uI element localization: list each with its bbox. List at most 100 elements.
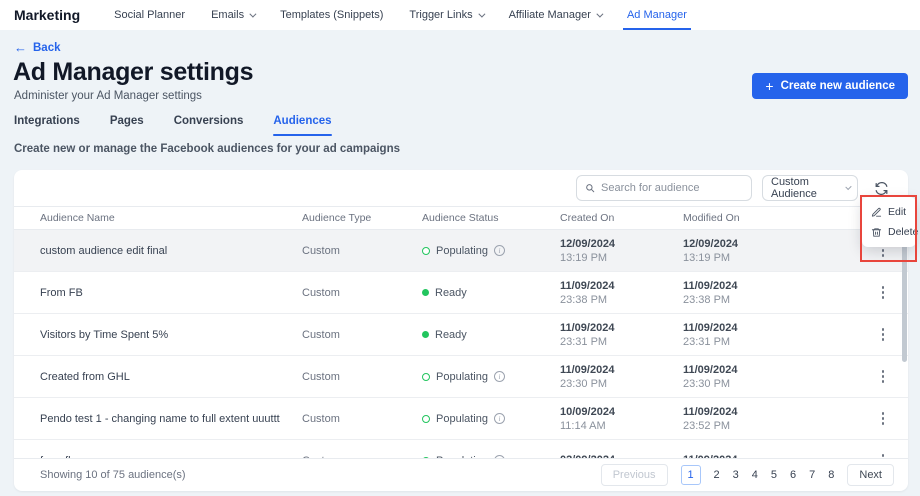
created-on: 11/09/2024 23:38 PM [560,280,683,306]
search-input[interactable] [601,182,743,194]
audience-type: Custom [302,286,340,299]
audience-name: Pendo test 1 - changing name to full ext… [40,412,280,425]
nav-item-templates-snippets[interactable]: Templates (Snippets) [280,0,383,30]
audience-type-select[interactable]: Custom Audience [762,175,858,201]
created-on: 11/09/2024 23:30 PM [560,364,683,390]
modified-time: 23:52 PM [683,419,731,432]
modified-date: 11/09/2024 [683,321,738,334]
nav-label: Emails [211,9,245,21]
created-on: 12/09/2024 13:19 PM [560,238,683,264]
modified-time: 13:19 PM [683,251,731,264]
status-label: Populating [436,412,488,425]
page-number-7[interactable]: 7 [809,469,815,481]
nav-item-social-planner[interactable]: Social Planner [114,0,185,30]
settings-tabs: Integrations Pages Conversions Audiences [14,115,332,136]
table-scrollbar[interactable] [902,230,907,362]
info-icon: i [494,413,505,424]
table-row[interactable]: Visitors by Time Spent 5% Custom Ready 1… [14,314,908,356]
audience-name: Created from GHL [40,370,130,383]
chevron-down-icon [596,10,604,18]
page-number-5[interactable]: 5 [771,469,777,481]
tab-pages[interactable]: Pages [110,115,144,136]
pencil-icon [871,207,882,217]
created-date: 11/09/2024 [560,279,615,292]
trash-icon [871,227,882,237]
audience-type: Custom [302,328,340,341]
nav-items: Social Planner Emails Templates (Snippet… [114,0,691,30]
page-number-2[interactable]: 2 [714,469,720,481]
tab-audiences[interactable]: Audiences [273,115,332,136]
row-menu-kebab-icon[interactable] [876,282,891,303]
populating-ring-icon [422,372,430,381]
table-row[interactable]: From FB Custom Ready 11/09/2024 23:38 PM … [14,272,908,314]
created-time: 13:19 PM [560,251,608,264]
created-date: 11/09/2024 [560,363,615,376]
audience-status: Ready [422,287,560,299]
audience-name: custom audience edit final [40,244,168,257]
audience-status: Ready [422,329,560,341]
refresh-icon [875,181,887,195]
page-number-1[interactable]: 1 [680,464,701,485]
tab-integrations[interactable]: Integrations [14,115,80,136]
table-row[interactable]: custom audience edit final Custom Popula… [14,230,908,272]
menu-item-delete[interactable]: Delete [862,222,918,242]
table-row[interactable]: Created from GHL Custom Populating i 11/0… [14,356,908,398]
table-row[interactable]: Pendo test 1 - changing name to full ext… [14,398,908,440]
info-icon: i [494,371,505,382]
ready-dot-icon [422,331,429,338]
row-menu-kebab-icon[interactable] [876,324,891,345]
back-label: Back [33,41,61,54]
previous-page-button[interactable]: Previous [600,463,668,486]
next-page-button[interactable]: Next [847,463,894,486]
info-icon: i [494,245,505,256]
brand-marketing: Marketing [14,7,81,23]
audience-type: Custom [302,370,340,383]
modified-date: 11/09/2024 [683,279,738,292]
audience-status: Populating i [422,371,560,383]
modified-date: 11/09/2024 [683,363,738,376]
back-link[interactable]: ← Back [14,41,61,54]
create-new-audience-button[interactable]: + Create new audience [752,73,908,99]
page-subtitle: Administer your Ad Manager settings [14,90,202,102]
created-time: 23:38 PM [560,293,608,306]
created-on: 10/09/2024 11:14 AM [560,406,683,432]
nav-item-trigger-links[interactable]: Trigger Links [409,0,486,30]
search-box[interactable] [576,175,752,201]
table-row[interactable]: from fb Custom Populatingi 02/09/2024 11… [14,440,908,458]
page-number-8[interactable]: 8 [828,469,834,481]
page-number-6[interactable]: 6 [790,469,796,481]
audiences-description: Create new or manage the Facebook audien… [14,143,401,155]
page-number-4[interactable]: 4 [752,469,758,481]
page-number-3[interactable]: 3 [733,469,739,481]
created-time: 23:31 PM [560,335,608,348]
search-icon [586,184,595,193]
col-audience-name: Audience Name [40,212,115,224]
created-time: 23:30 PM [560,377,608,390]
menu-item-edit[interactable]: Edit [862,202,916,222]
table-footer: Showing 10 of 75 audience(s) Previous 1 … [14,458,908,490]
nav-item-affiliate-manager[interactable]: Affiliate Manager [508,0,604,30]
row-menu-kebab-icon[interactable] [876,408,891,429]
nav-label: Affiliate Manager [508,9,591,21]
col-audience-status: Audience Status [422,212,499,224]
row-menu-kebab-icon[interactable] [876,366,891,387]
created-on: 11/09/2024 23:31 PM [560,322,683,348]
row-action-menu: Edit Delete [862,197,918,247]
modified-time: 23:31 PM [683,335,731,348]
ready-dot-icon [422,289,429,296]
status-label: Populating [436,244,488,257]
created-date: 10/09/2024 [560,405,616,418]
row-menu-kebab-icon[interactable] [876,450,891,458]
nav-label: Trigger Links [409,9,473,21]
tab-conversions[interactable]: Conversions [174,115,244,136]
created-date: 11/09/2024 [560,321,615,334]
audience-type: Custom [302,412,340,425]
nav-item-emails[interactable]: Emails [211,0,257,30]
modified-time: 23:38 PM [683,293,731,306]
status-label: Ready [435,286,467,299]
nav-item-ad-manager[interactable]: Ad Manager [622,0,691,30]
audience-name: Visitors by Time Spent 5% [40,328,169,341]
populating-ring-icon [422,246,430,255]
plus-icon: + [765,78,774,94]
col-audience-type: Audience Type [302,212,372,224]
